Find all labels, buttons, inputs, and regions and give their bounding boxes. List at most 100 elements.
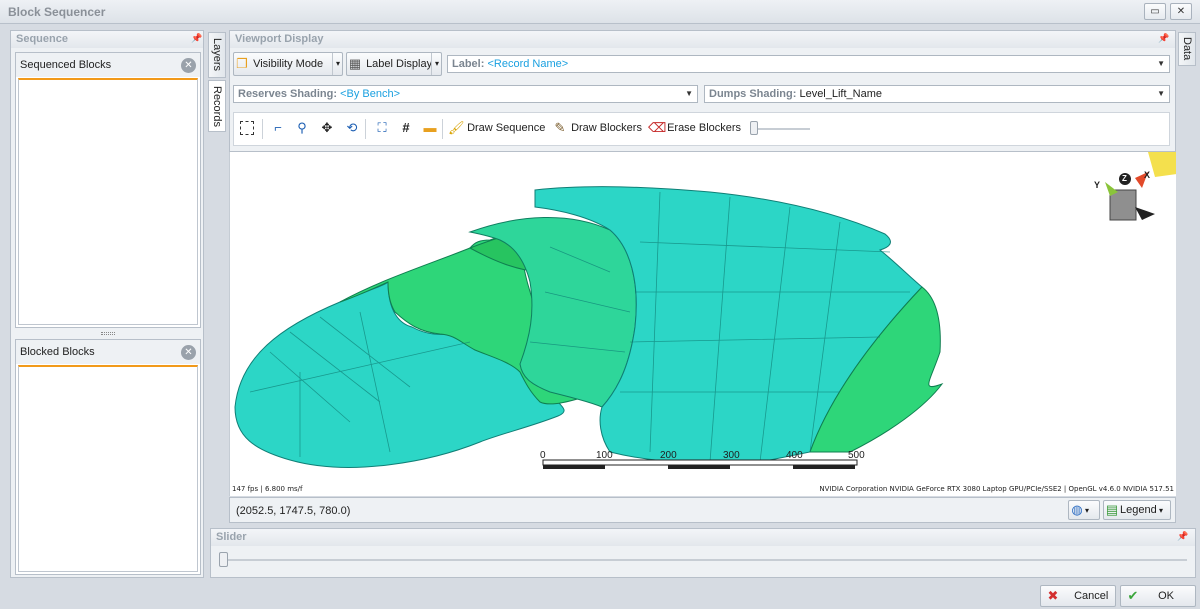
brush-size-slider[interactable]	[750, 121, 758, 135]
sequenced-blocks-group: Sequenced Blocks ✕	[15, 52, 201, 328]
cancel-button[interactable]: ✖ Cancel	[1040, 585, 1116, 607]
label-select[interactable]: Label: <Record Name> ▼	[447, 55, 1170, 73]
pin-icon[interactable]: 📌	[1177, 531, 1188, 542]
sequence-panel-title: Sequence	[11, 31, 203, 48]
draw-sequence-label: Draw Sequence	[467, 122, 546, 134]
blocked-blocks-group: Blocked Blocks ✕	[15, 339, 201, 575]
pan-icon[interactable]: ✥	[319, 117, 335, 139]
chevron-down-icon: ▼	[1157, 59, 1165, 68]
label-prefix: Label:	[452, 58, 485, 70]
tab-records[interactable]: Records	[208, 80, 226, 132]
scale-tick-label: 300	[723, 450, 740, 461]
brush-icon: 🖌	[448, 120, 465, 136]
dumps-shading-prefix: Dumps Shading:	[709, 88, 797, 100]
erase-blockers-label: Erase Blockers	[667, 122, 742, 134]
scale-labels: 0 100 200 300 400 500	[540, 450, 865, 462]
chevron-down-icon[interactable]: ▾	[430, 53, 439, 75]
3d-viewport[interactable]: 0 100 200 300 400 500 Y Z X 147 fps | 6.…	[229, 152, 1176, 496]
erase-blockers-button[interactable]: ⌫ Erase Blockers	[648, 117, 741, 139]
sequenced-blocks-list[interactable]	[18, 78, 198, 325]
ok-button[interactable]: ✔ OK	[1120, 585, 1196, 607]
reserves-shading-value: <By Bench>	[340, 88, 401, 100]
label-display-button[interactable]: ▦ Label Display ▾	[346, 52, 442, 76]
splitter-grip[interactable]	[101, 332, 115, 335]
title-bar: Block Sequencer ▭ ✕	[0, 0, 1200, 24]
dumps-shading-value: Level_Lift_Name	[799, 88, 883, 100]
renderer-info: NVIDIA Corporation NVIDIA GeForce RTX 30…	[819, 485, 1174, 493]
cursor-coordinates: (2052.5, 1747.5, 780.0)	[236, 505, 351, 517]
ok-label: OK	[1158, 590, 1174, 602]
check-icon: ✔	[1127, 588, 1139, 604]
select-box-icon[interactable]	[240, 117, 254, 139]
sequenced-blocks-label: Sequenced Blocks	[16, 53, 200, 77]
reserves-shading-prefix: Reserves Shading:	[238, 88, 338, 100]
draw-blockers-button[interactable]: ✎ Draw Blockers	[552, 117, 642, 139]
label-display-label: Label Display	[366, 58, 433, 70]
clear-sequenced-icon[interactable]: ✕	[181, 58, 196, 73]
legend-icon: ▤	[1105, 502, 1119, 518]
legend-button[interactable]: ▤ Legend ▾	[1103, 500, 1171, 520]
dumps-shading-select[interactable]: Dumps Shading: Level_Lift_Name ▼	[704, 85, 1170, 103]
scale-tick-label: 200	[660, 450, 677, 461]
blocked-blocks-label: Blocked Blocks	[16, 340, 200, 364]
chevron-down-icon: ▾	[1085, 506, 1090, 515]
viewport-display-panel: Viewport Display 📌 ❐ Visibility Mode ▾ ▦…	[229, 30, 1176, 152]
pencil-icon: ✎	[554, 120, 566, 136]
chevron-down-icon: ▾	[1156, 506, 1163, 515]
tab-data[interactable]: Data	[1178, 32, 1196, 66]
table-icon: ▦	[348, 56, 362, 72]
label-value: <Record Name>	[487, 58, 569, 70]
draw-sequence-button[interactable]: 🖌 Draw Sequence	[448, 117, 545, 139]
toolbar-divider	[262, 119, 263, 139]
zoom-extents-icon[interactable]: ⛶	[374, 117, 390, 139]
pin-icon[interactable]: 📌	[191, 33, 202, 44]
window-title: Block Sequencer	[8, 5, 106, 19]
blocked-blocks-list[interactable]	[18, 365, 198, 572]
viewport-display-title: Viewport Display	[230, 31, 1175, 48]
scale-tick-label: 500	[848, 450, 865, 461]
cancel-icon: ✖	[1047, 588, 1059, 604]
cancel-label: Cancel	[1074, 590, 1109, 602]
eraser-icon: ⌫	[648, 120, 667, 136]
axis-x-label: X	[1144, 170, 1151, 180]
chevron-down-icon: ▼	[1157, 89, 1165, 98]
globe-icon: ◍	[1071, 502, 1083, 518]
axis-z-label: Z	[1122, 174, 1127, 183]
ruler-icon[interactable]: ▬	[422, 117, 438, 139]
sequence-panel: Sequence 📌 Sequenced Blocks ✕ Blocked Bl…	[10, 30, 204, 578]
axis-triad-icon	[1105, 152, 1176, 221]
slider-panel-title: Slider	[211, 529, 1195, 546]
scale-tick-label: 400	[786, 450, 803, 461]
visibility-mode-button[interactable]: ❐ Visibility Mode ▾	[233, 52, 343, 76]
visibility-mode-icon: ❐	[236, 56, 248, 72]
slider-panel: Slider 📌	[210, 528, 1196, 578]
clear-blocked-icon[interactable]: ✕	[181, 345, 196, 360]
visibility-mode-label: Visibility Mode	[253, 58, 324, 70]
scale-tick-label: 0	[540, 450, 546, 461]
close-button[interactable]: ✕	[1170, 3, 1192, 20]
zoom-icon[interactable]: ⚲	[294, 117, 310, 139]
reserves-shading-select[interactable]: Reserves Shading: <By Bench> ▼	[233, 85, 698, 103]
chevron-down-icon: ▼	[685, 89, 693, 98]
globe-button[interactable]: ◍ ▾	[1068, 500, 1100, 520]
scale-tick-label: 100	[596, 450, 613, 461]
crop-icon[interactable]: ⌐	[270, 117, 286, 139]
tool-strip: ⌐ ⚲ ✥ ⟲ ⛶ # ▬ 🖌 Draw Sequence ✎ Draw Blo…	[233, 112, 1170, 146]
legend-label: Legend	[1120, 504, 1157, 516]
axis-y-label: Y	[1094, 180, 1101, 190]
toolbar-divider	[442, 119, 443, 139]
rotate-icon[interactable]: ⟲	[344, 117, 360, 139]
brush-size-track	[750, 128, 810, 130]
draw-blockers-label: Draw Blockers	[571, 122, 642, 134]
sequence-slider-track	[219, 559, 1187, 561]
grid-icon[interactable]: #	[398, 117, 414, 139]
tab-layers[interactable]: Layers	[208, 32, 226, 78]
status-bar	[229, 497, 1176, 523]
pin-icon[interactable]: 📌	[1158, 33, 1169, 44]
pit-model	[234, 152, 1176, 469]
chevron-down-icon[interactable]: ▾	[331, 53, 340, 75]
sequence-slider-thumb[interactable]	[219, 552, 228, 567]
toolbar-divider	[365, 119, 366, 139]
restore-button[interactable]: ▭	[1144, 3, 1166, 20]
fps-readout: 147 fps | 6.800 ms/f	[232, 485, 303, 493]
